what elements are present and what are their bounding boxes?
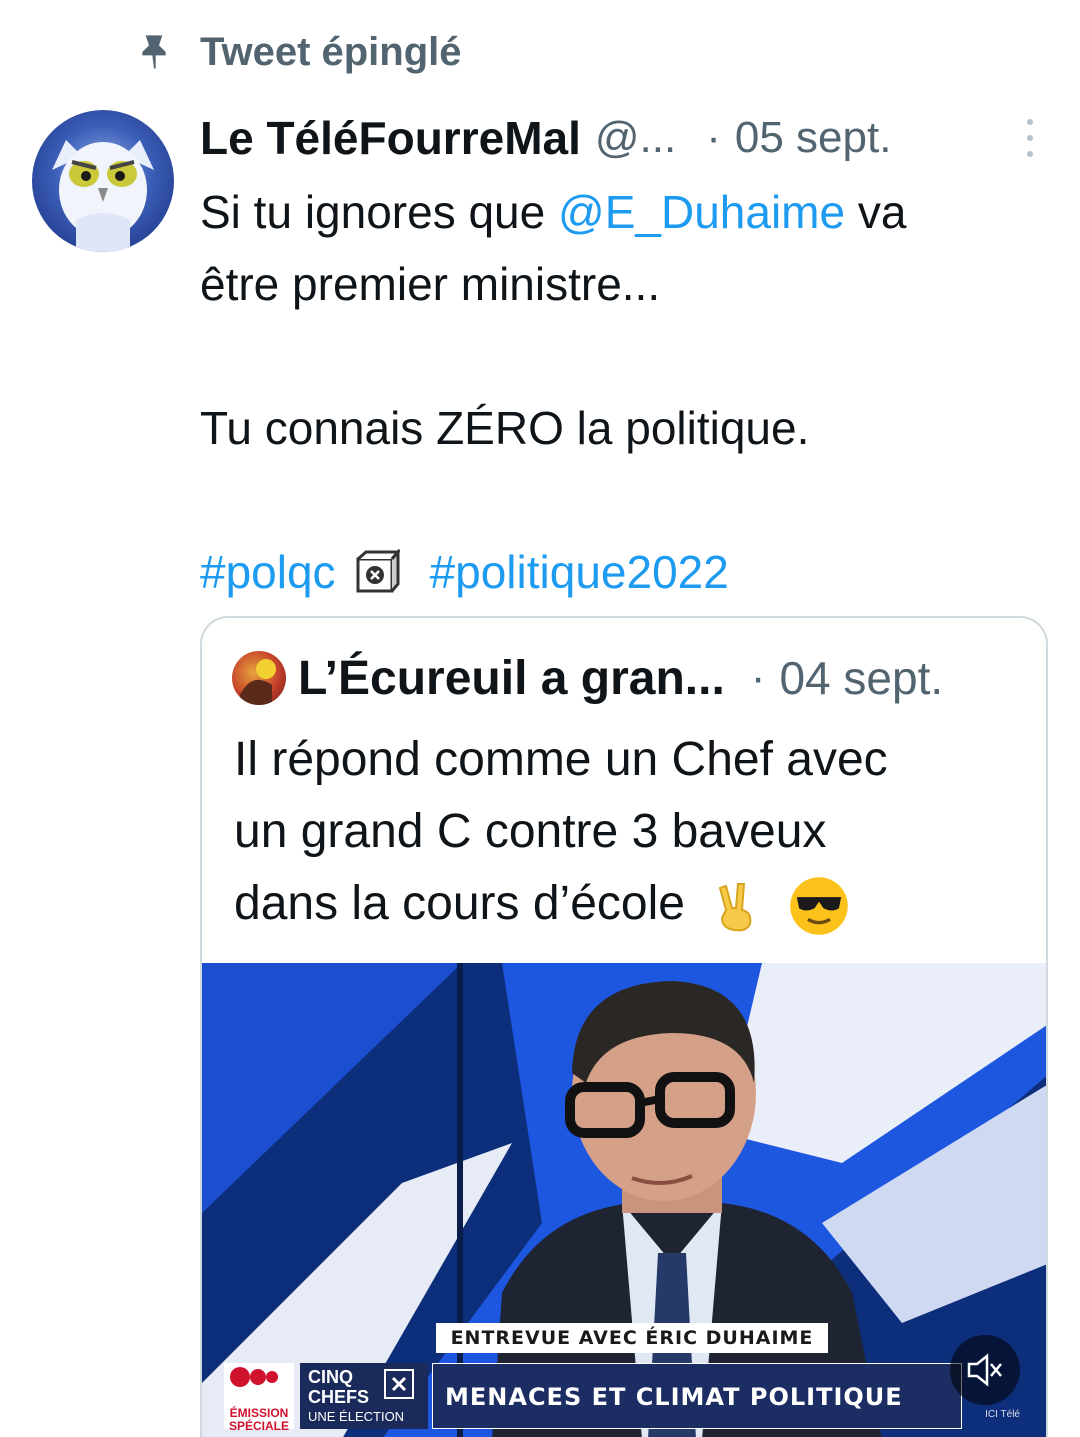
hashtag-row: #polqc #politique2022 xyxy=(200,536,1040,608)
broadcast-logo: ÉMISSION SPÉCIALE xyxy=(224,1363,294,1433)
pinned-indicator: Tweet épinglé xyxy=(134,24,462,80)
owl-avatar-image xyxy=(52,140,154,252)
quote-author-name[interactable]: L’Écureuil a gran... xyxy=(298,651,725,706)
tweet-text-part: Si tu ignores que xyxy=(200,186,559,238)
mute-button[interactable] xyxy=(950,1335,1020,1405)
author-handle[interactable]: @... xyxy=(595,113,676,163)
tweet-line-3: Tu connais ZÉRO la politique. xyxy=(200,402,810,454)
show-subtitle: UNE ÉLECTION xyxy=(308,1409,405,1424)
hashtag-polqc[interactable]: #polqc xyxy=(200,536,336,608)
tweet-line-1: Si tu ignores que @E_Duhaime va xyxy=(200,176,1040,248)
author-avatar[interactable] xyxy=(32,110,174,252)
tweet-body: Si tu ignores que @E_Duhaime va être pre… xyxy=(200,176,1040,608)
tweet-date[interactable]: 05 sept. xyxy=(735,113,892,163)
quote-line-3-row: dans la cours d’école xyxy=(234,868,1014,940)
video-media[interactable]: ENTREVUE AVEC ÉRIC DUHAIME ÉMISSION SPÉC… xyxy=(202,963,1046,1437)
ballot-box-icon xyxy=(356,549,400,593)
author-name[interactable]: Le TéléFourreMal xyxy=(200,111,581,165)
quote-line-1: Il répond comme un Chef avec xyxy=(234,733,888,786)
banner-top-text: ENTREVUE AVEC ÉRIC DUHAIME xyxy=(436,1323,828,1353)
quote-line-2: un grand C contre 3 baveux xyxy=(234,805,827,858)
radio-canada-logo-icon xyxy=(230,1367,278,1387)
quoted-tweet-card[interactable]: L’Écureuil a gran... · 04 sept. Il répon… xyxy=(200,616,1048,1437)
separator-dot: · xyxy=(750,653,766,702)
ballot-x-icon xyxy=(384,1369,414,1399)
sunglasses-emoji xyxy=(789,877,848,936)
banner-main-text: MENACES ET CLIMAT POLITIQUE xyxy=(432,1363,962,1429)
mention-link[interactable]: @E_Duhaime xyxy=(558,186,845,238)
more-options-icon[interactable] xyxy=(1020,114,1040,162)
quote-body: Il répond comme un Chef avec un grand C … xyxy=(234,724,1014,940)
quote-author-avatar[interactable] xyxy=(232,651,286,705)
squirrel-avatar-image xyxy=(240,659,276,705)
hashtag-politique2022[interactable]: #politique2022 xyxy=(430,536,729,608)
separator-dot: · xyxy=(706,113,721,162)
tweet-text-part: va xyxy=(845,186,907,238)
pin-icon xyxy=(142,35,166,69)
logo-text: ÉMISSION SPÉCIALE xyxy=(228,1406,289,1433)
tweet-header: Le TéléFourreMal @... · 05 sept. xyxy=(200,108,1040,168)
speaker-muted-icon xyxy=(967,1353,1002,1387)
show-title-block: CINQ CHEFS UNE ÉLECTION xyxy=(300,1363,428,1429)
quote-date[interactable]: 04 sept. xyxy=(779,651,943,705)
show-title: CINQ CHEFS xyxy=(308,1367,370,1407)
quote-header: L’Écureuil a gran... · 04 sept. xyxy=(232,648,943,708)
pinned-label: Tweet épinglé xyxy=(200,29,462,74)
victory-hand-emoji xyxy=(719,883,752,932)
tweet-line-2: être premier ministre... xyxy=(200,258,661,310)
quote-line-3: dans la cours d’école xyxy=(234,877,685,930)
network-watermark: ICI Télé xyxy=(985,1409,1020,1420)
